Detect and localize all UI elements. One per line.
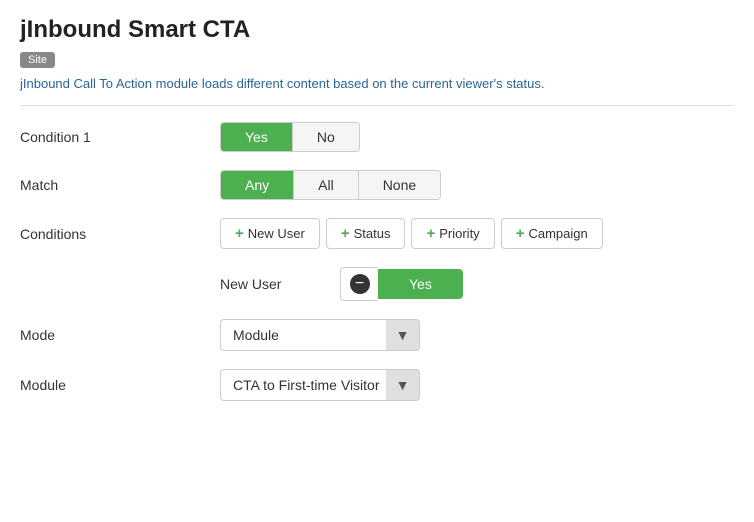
match-label: Match [20,177,220,193]
condition1-controls: Yes No [220,122,360,152]
plus-icon: + [516,225,525,242]
match-controls: Any All None [220,170,441,200]
new-user-yes-btn[interactable]: Yes [378,269,463,299]
status-btn-label: Status [354,226,391,241]
conditions-row: Conditions + New User + Status + Priorit… [20,218,734,249]
site-badge: Site [20,52,55,68]
plus-icon: + [235,225,244,242]
match-none-btn[interactable]: None [359,171,440,199]
new-user-value-label: New User [220,276,340,292]
plus-icon: + [341,225,350,242]
conditions-label: Conditions [20,226,220,242]
module-select-wrapper: CTA to First-time Visitor ▼ [220,369,420,401]
form-section: Condition 1 Yes No Match Any All None Co… [20,122,734,401]
condition1-toggle-group: Yes No [220,122,360,152]
priority-btn-label: Priority [439,226,479,241]
module-controls: CTA to First-time Visitor ▼ [220,369,420,401]
page-title: jInbound Smart CTA [20,16,734,44]
condition1-label: Condition 1 [20,129,220,145]
campaign-condition-btn[interactable]: + Campaign [501,218,603,249]
conditions-controls: + New User + Status + Priority + Campaig… [220,218,603,249]
match-toggle-group: Any All None [220,170,441,200]
page-description: jInbound Call To Action module loads dif… [20,76,734,106]
priority-condition-btn[interactable]: + Priority [411,218,494,249]
minus-circle-icon: − [350,274,370,294]
match-any-btn[interactable]: Any [221,171,294,199]
match-all-btn[interactable]: All [294,171,359,199]
mode-select-wrapper: Module ▼ [220,319,420,351]
module-select[interactable]: CTA to First-time Visitor [220,369,420,401]
mode-row: Mode Module ▼ [20,319,734,351]
match-row: Match Any All None [20,170,734,200]
status-condition-btn[interactable]: + Status [326,218,406,249]
new-user-btn-label: New User [248,226,305,241]
new-user-value-row: New User − Yes [220,267,734,301]
plus-icon: + [426,225,435,242]
condition1-no-btn[interactable]: No [293,123,359,151]
module-row: Module CTA to First-time Visitor ▼ [20,369,734,401]
remove-new-user-btn[interactable]: − [340,267,378,301]
mode-controls: Module ▼ [220,319,420,351]
mode-label: Mode [20,327,220,343]
new-user-condition-btn[interactable]: + New User [220,218,320,249]
mode-select[interactable]: Module [220,319,420,351]
page-container: jInbound Smart CTA Site jInbound Call To… [0,0,754,435]
campaign-btn-label: Campaign [528,226,587,241]
condition1-yes-btn[interactable]: Yes [221,123,293,151]
module-label: Module [20,377,220,393]
condition1-row: Condition 1 Yes No [20,122,734,152]
